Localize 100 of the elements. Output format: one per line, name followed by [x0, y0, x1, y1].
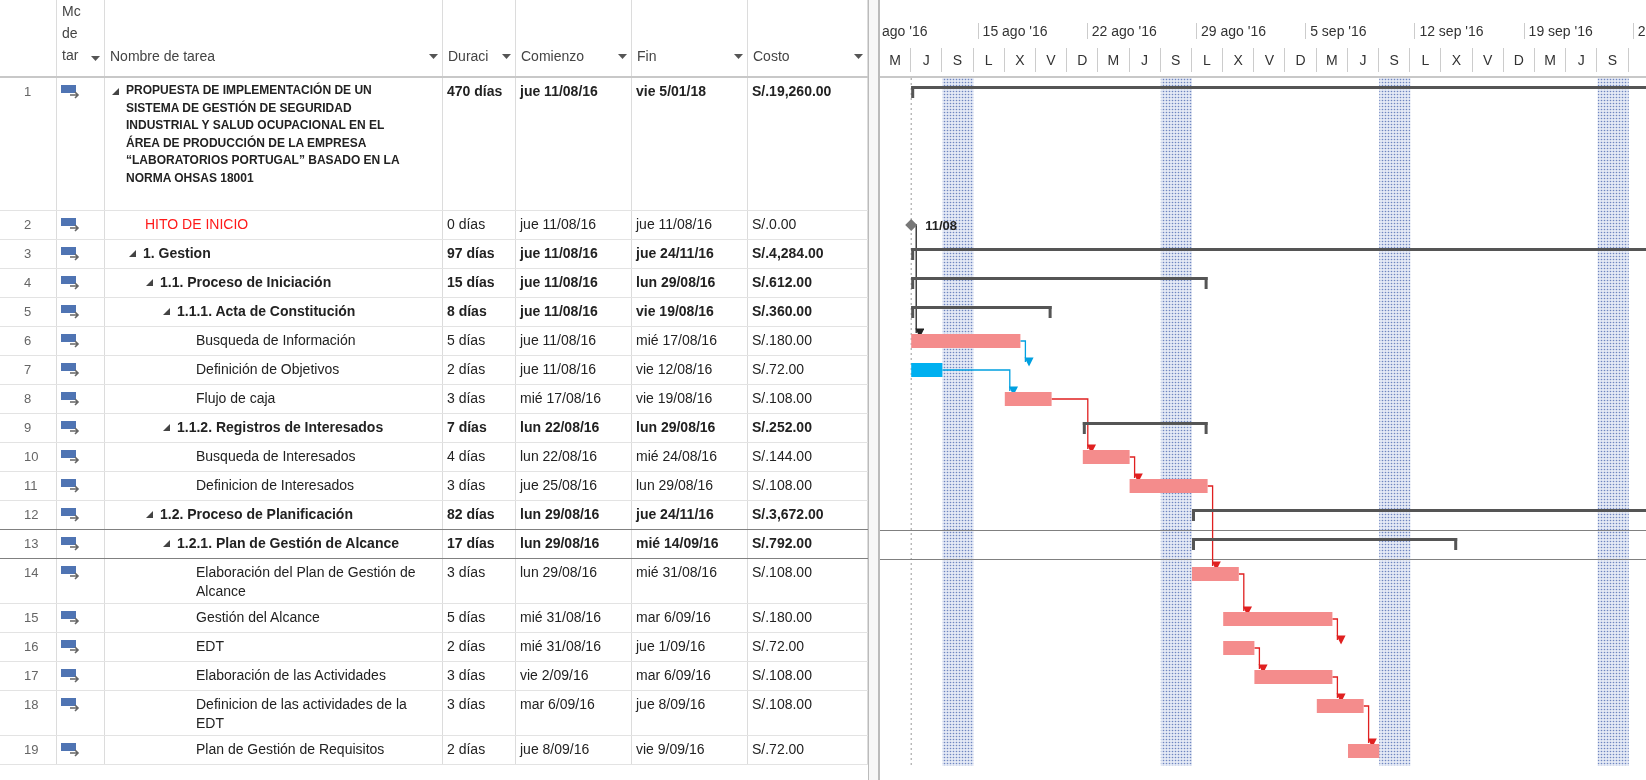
duration-text: 15 días: [447, 274, 495, 290]
task-name: 1.1.1. Acta de Constitución: [177, 302, 356, 321]
collapse-icon[interactable]: [128, 249, 137, 258]
cost-text: S/.144.00: [752, 448, 812, 464]
dropdown-icon[interactable]: [429, 54, 438, 60]
finish-date: mar 6/09/16: [636, 667, 711, 683]
task-name: 1.2.1. Plan de Gestión de Alcance: [177, 534, 399, 553]
table-row[interactable]: 18 Definicion de las actividades de la EDT 3 días mar 6/09/16 jue 8/09/16 S/.108.00: [0, 691, 868, 736]
task-name: EDT: [196, 637, 224, 656]
day-label: X: [1441, 48, 1473, 72]
day-label: L: [1191, 48, 1224, 72]
summary-bar[interactable]: [1082, 422, 1208, 434]
task-mode-icon: [61, 742, 81, 757]
row-number: 8: [24, 391, 32, 406]
summary-bar[interactable]: [911, 248, 1646, 260]
finish-date: mié 17/08/16: [636, 332, 717, 348]
finish-date: lun 29/08/16: [636, 274, 716, 290]
table-row[interactable]: 14 Elaboración del Plan de Gestión de Alcance 3 días lun 29/08/16 mié 31/08/16 S/.108.00: [0, 559, 868, 604]
task-name: 1. Gestion: [143, 244, 211, 263]
duration-text: 470 días: [447, 83, 503, 99]
milestone-label: 11/08: [925, 218, 958, 233]
table-row[interactable]: 4 1.1. Proceso de Iniciación 15 días jue 11/08/16 lun 29/08/16 S/.612.00: [0, 269, 868, 298]
duration-text: 5 días: [447, 332, 486, 348]
duration-text: 2 días: [447, 741, 486, 757]
column-header[interactable]: Duraci: [448, 48, 489, 64]
start-date: mar 6/09/16: [520, 696, 595, 712]
cost-text: S/.108.00: [752, 564, 812, 580]
column-header[interactable]: Fin: [637, 48, 657, 64]
dropdown-icon[interactable]: [854, 54, 863, 60]
column-header[interactable]: Nombre de tarea: [110, 48, 216, 64]
row-number: 19: [24, 742, 39, 757]
table-row[interactable]: 11 Definicion de Interesados 3 días jue 25/08/16 lun 29/08/16 S/.108.00: [0, 472, 868, 501]
table-row[interactable]: 17 Elaboración de las Actividades 3 días vie 2/09/16 mar 6/09/16 S/.108.00: [0, 662, 868, 691]
cost-text: S/.792.00: [752, 535, 812, 551]
table-row[interactable]: 6 Busqueda de Información 5 días jue 11/08/16 mié 17/08/16 S/.180.00: [0, 327, 868, 356]
start-date: jue 11/08/16: [520, 303, 598, 319]
week-label: 19 sep '16: [1523, 23, 1593, 39]
summary-bar[interactable]: [1192, 538, 1458, 550]
finish-date: vie 9/09/16: [636, 741, 705, 757]
summary-bar[interactable]: [1192, 509, 1646, 521]
day-label: J: [911, 48, 943, 72]
collapse-icon[interactable]: [162, 423, 171, 432]
table-row[interactable]: 8 Flujo de caja 3 días mié 17/08/16 vie 19/08/16 S/.108.00: [0, 385, 868, 414]
duration-text: 0 días: [447, 216, 486, 232]
collapse-icon[interactable]: [145, 510, 154, 519]
row-number: 18: [24, 697, 39, 712]
day-label: S: [1597, 48, 1629, 72]
task-mode-icon: [61, 333, 81, 348]
table-row[interactable]: 19 Plan de Gestión de Requisitos 2 días jue 8/09/16 vie 9/09/16 S/.72.00: [0, 736, 868, 765]
row-number: 4: [24, 275, 32, 290]
task-name: Busqueda de Información: [196, 331, 356, 350]
start-date: lun 22/08/16: [520, 419, 600, 435]
table-row[interactable]: 5 1.1.1. Acta de Constitución 8 días jue 11/08/16 vie 19/08/16 S/.360.00: [0, 298, 868, 327]
table-row[interactable]: 12 1.2. Proceso de Planificación 82 días lun 29/08/16 jue 24/11/16 S/.3,672.00: [0, 501, 868, 530]
dropdown-icon[interactable]: [91, 56, 100, 62]
duration-text: 97 días: [447, 245, 495, 261]
duration-text: 82 días: [447, 506, 495, 522]
table-row[interactable]: 16 EDT 2 días mié 31/08/16 jue 1/09/16 S/.72.00: [0, 633, 868, 662]
task-name: Elaboración de las Actividades: [196, 666, 386, 685]
week-label: ago '16: [882, 23, 928, 39]
row-number: 13: [24, 536, 39, 551]
duration-text: 2 días: [447, 638, 486, 654]
dropdown-icon[interactable]: [502, 54, 511, 60]
row-number: 11: [24, 478, 38, 493]
finish-date: jue 11/08/16: [636, 216, 713, 232]
cost-text: S/.3,672.00: [752, 506, 824, 522]
start-date: jue 11/08/16: [520, 245, 598, 261]
dropdown-icon[interactable]: [734, 54, 743, 60]
dropdown-icon[interactable]: [618, 54, 627, 60]
day-label: L: [1410, 48, 1442, 72]
finish-date: lun 29/08/16: [636, 419, 716, 435]
table-row[interactable]: 9 1.1.2. Registros de Interesados 7 días lun 22/08/16 lun 29/08/16 S/.252.00: [0, 414, 868, 443]
table-row[interactable]: 7 Definición de Objetivos 2 días jue 11/08/16 vie 12/08/16 S/.72.00: [0, 356, 868, 385]
start-date: mié 31/08/16: [520, 609, 601, 625]
start-date: lun 22/08/16: [520, 448, 598, 464]
row-number: 14: [24, 565, 39, 580]
collapse-icon[interactable]: [162, 539, 171, 548]
task-mode-icon: [61, 391, 81, 406]
column-header[interactable]: Mc de tar: [62, 0, 82, 66]
summary-bar[interactable]: [911, 277, 1208, 289]
table-row[interactable]: 3 1. Gestion 97 días jue 11/08/16 jue 24/11/16 S/.4,284.00: [0, 240, 868, 269]
table-row[interactable]: [0, 78, 868, 211]
collapse-icon[interactable]: [162, 307, 171, 316]
summary-bar[interactable]: [911, 86, 1646, 98]
table-row[interactable]: 13 1.2.1. Plan de Gestión de Alcance 17 días lun 29/08/16 mié 14/09/16 S/.792.00: [0, 529, 868, 559]
dependency-arrow: [1331, 618, 1346, 645]
summary-bar[interactable]: [911, 306, 1052, 318]
table-row[interactable]: 15 Gestión del Alcance 5 días mié 31/08/16 mar 6/09/16 S/.180.00: [0, 604, 868, 633]
collapse-icon[interactable]: [145, 278, 154, 287]
column-header[interactable]: Comienzo: [521, 48, 585, 64]
task-name: PROPUESTA DE IMPLEMENTACIÓN DE UN SISTEMA DE GESTIÓN DE SEGURIDAD INDUSTRIAL Y SALUD OCUPACIONAL EN EL ÁREA DE PRODUCCIÓN DE LA EMPRESA “LABORATORIOS PORTUGAL” BASADO EN LA NORMA OHSAS 18001: [126, 82, 401, 187]
table-row[interactable]: 2 HITO DE INICIO 0 días jue 11/08/16 jue 11/08/16 S/.0.00: [0, 211, 868, 240]
column-header[interactable]: Costo: [753, 48, 790, 64]
cost-text: S/.72.00: [752, 638, 805, 654]
table-row[interactable]: 10 Busqueda de Interesados 4 días lun 22/08/16 mié 24/08/16 S/.144.00: [0, 443, 868, 472]
collapse-icon[interactable]: [111, 87, 120, 96]
start-date: jue 11/08/16: [520, 83, 598, 99]
task-name: Plan de Gestión de Requisitos: [196, 740, 385, 759]
milestone-diamond[interactable]: [905, 219, 918, 231]
row-number: 15: [24, 610, 39, 625]
